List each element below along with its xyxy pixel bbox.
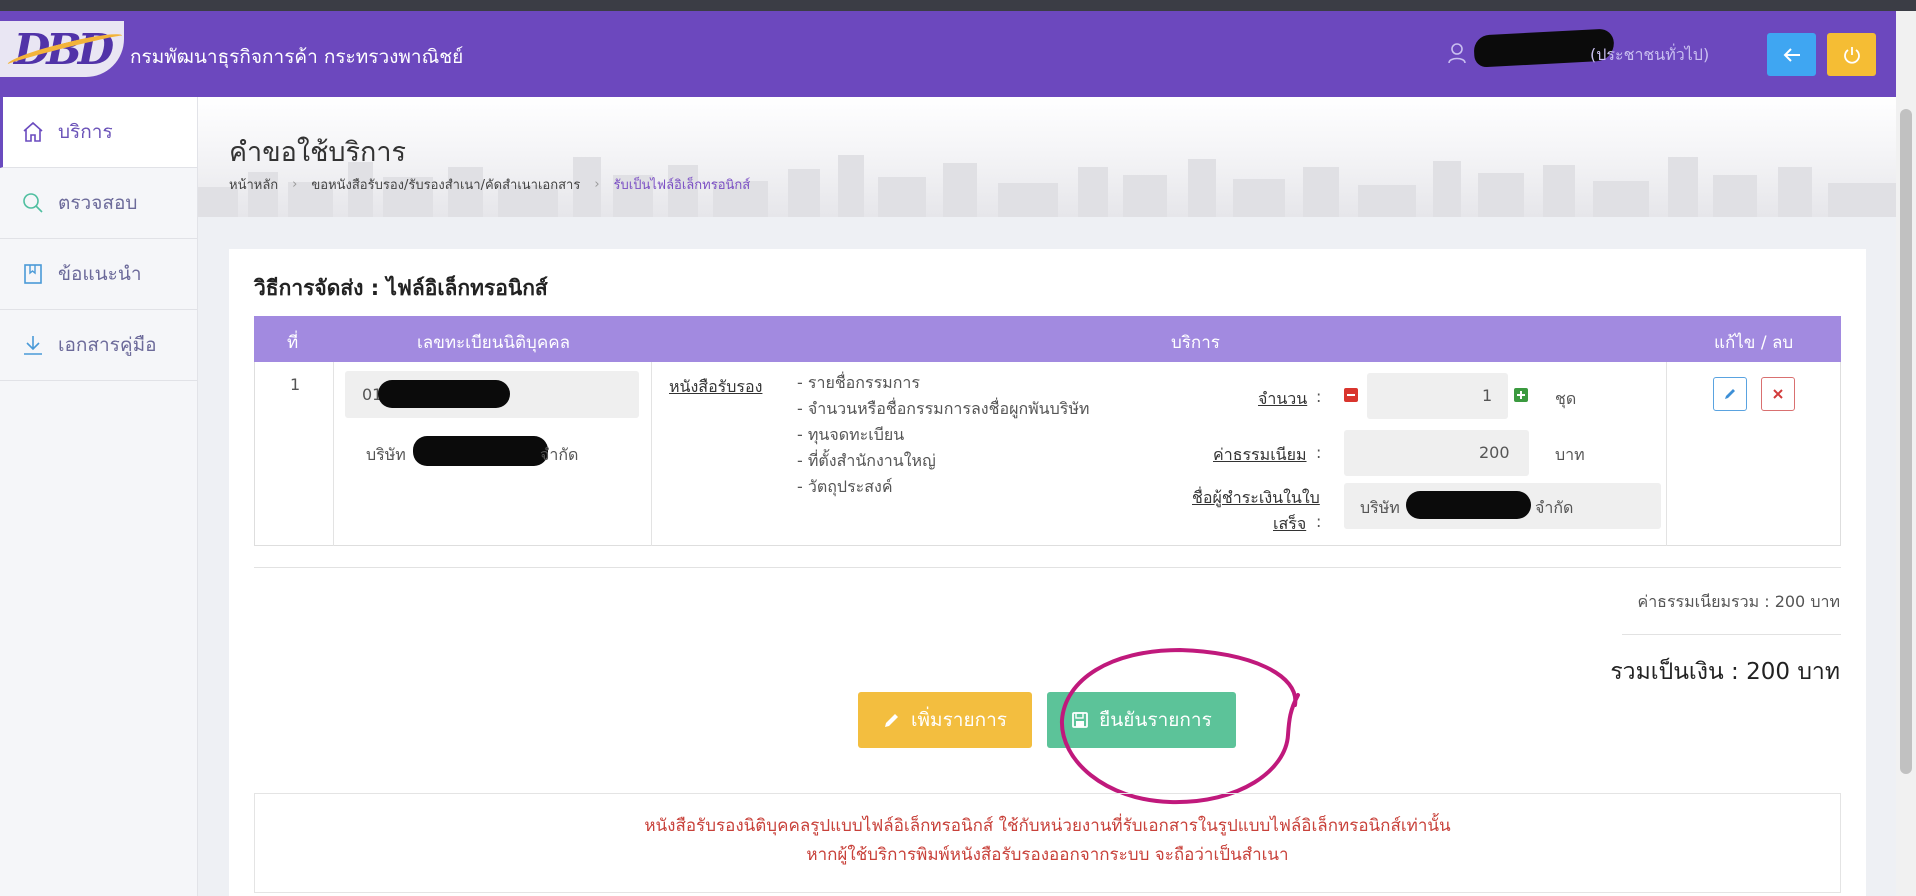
notice-line-1: หนังสือรับรองนิติบุคคลรูปแบบไฟล์อิเล็กทร… <box>644 816 1451 836</box>
download-icon <box>20 332 46 358</box>
col-header-reg-no: เลขทะเบียนนิติบุคคล <box>417 333 570 353</box>
back-button[interactable] <box>1767 33 1816 76</box>
add-item-label: เพิ่มรายการ <box>911 709 1007 731</box>
fee-label: ค่าธรรมเนียม <box>1213 445 1307 464</box>
search-icon <box>20 190 46 216</box>
breadcrumb-current: รับเป็นไฟล์อิเล็กทรอนิกส์ <box>613 178 751 193</box>
fee-unit: บาท <box>1555 445 1585 464</box>
service-item: - จำนวนหรือชื่อกรรมการลงชื่อผูกพันบริษัท <box>797 399 1090 418</box>
divider <box>254 567 1841 568</box>
grand-total: รวมเป็นเงิน : 200 บาท <box>1610 659 1840 685</box>
notice-line-2: หากผู้ใช้บริการพิมพ์หนังสือรับรองออกจากร… <box>806 845 1289 865</box>
chevron-right-icon: › <box>292 177 298 192</box>
sidebar-item-label: ตรวจสอบ <box>58 192 138 214</box>
pencil-icon <box>1725 389 1735 399</box>
pencil-icon <box>885 714 899 727</box>
service-item: - วัตถุประสงค์ <box>797 477 893 496</box>
company-prefix: บริษัท <box>366 445 406 464</box>
service-item: - ทุนจดทะเบียน <box>797 425 905 444</box>
dbd-logo[interactable]: DBD <box>0 21 124 77</box>
notice-box: หนังสือรับรองนิติบุคคลรูปแบบไฟล์อิเล็กทร… <box>254 793 1841 893</box>
browser-top-strip <box>0 0 1916 11</box>
service-item: - ที่ตั้งสำนักงานใหญ่ <box>797 451 936 470</box>
col-header-edit-delete: แก้ไข / ลบ <box>1714 333 1794 353</box>
edit-button[interactable] <box>1713 377 1747 411</box>
sidebar-item-advice[interactable]: ข้อแนะนำ <box>0 239 197 310</box>
close-icon <box>1773 389 1783 399</box>
power-icon <box>1843 46 1860 64</box>
company-name-redacted <box>413 436 548 466</box>
qty-value: 1 <box>1482 386 1493 405</box>
reg-no-redacted <box>378 380 510 408</box>
sidebar-item-manuals[interactable]: เอกสารคู่มือ <box>0 310 197 381</box>
page-title: คำขอใช้บริการ <box>229 137 407 168</box>
column-divider <box>651 362 652 546</box>
fee-total: ค่าธรรมเนียมรวม : 200 บาท <box>1637 592 1840 611</box>
scrollbar[interactable] <box>1896 11 1916 896</box>
chevron-right-icon: › <box>594 177 600 192</box>
sidebar-item-check[interactable]: ตรวจสอบ <box>0 168 197 239</box>
col-header-no: ที่ <box>287 333 299 353</box>
page-banner <box>198 97 1896 217</box>
breadcrumb-request-docs[interactable]: ขอหนังสือรับรอง/รับรองสำเนา/คัดสำเนาเอกส… <box>311 174 580 195</box>
column-divider <box>333 362 334 546</box>
payer-label-line1: ชื่อผู้ชำระเงินในใบ <box>1192 488 1320 507</box>
qty-label: จำนวน <box>1258 389 1308 408</box>
column-divider <box>1666 362 1667 546</box>
divider <box>1622 634 1841 635</box>
payer-prefix: บริษัท <box>1360 498 1400 517</box>
qty-colon: : <box>1316 387 1322 406</box>
sidebar-item-label: เอกสารคู่มือ <box>58 334 157 356</box>
fee-value: 200 <box>1479 443 1510 462</box>
add-item-button[interactable]: เพิ่มรายการ <box>858 692 1032 748</box>
scrollbar-thumb[interactable] <box>1900 109 1912 774</box>
user-icon <box>1448 43 1466 64</box>
breadcrumb-home[interactable]: หน้าหลัก <box>229 174 278 195</box>
payer-colon: : <box>1316 512 1322 531</box>
user-role: (ประชาชนทั่วไป) <box>1590 45 1710 64</box>
qty-unit: ชุด <box>1555 389 1577 408</box>
sidebar: บริการ ตรวจสอบ ข้อแนะนำ เอกสารคู่มือ <box>0 97 198 896</box>
delete-button[interactable] <box>1761 377 1795 411</box>
department-name: กรมพัฒนาธุรกิจการค้า กระทรวงพาณิชย์ <box>130 46 464 68</box>
book-icon <box>20 261 46 287</box>
sidebar-item-label: บริการ <box>58 121 113 143</box>
sidebar-item-services[interactable]: บริการ <box>0 97 197 168</box>
service-link[interactable]: หนังสือรับรอง <box>669 375 762 400</box>
company-suffix: จำกัด <box>540 445 579 464</box>
qty-decrease-button[interactable] <box>1344 388 1358 402</box>
sidebar-item-label: ข้อแนะนำ <box>58 263 142 285</box>
col-header-service: บริการ <box>1171 333 1220 353</box>
delivery-method-title: วิธีการจัดส่ง : ไฟล์อิเล็กทรอนิกส์ <box>254 276 548 300</box>
row-number: 1 <box>290 375 301 394</box>
payer-name-redacted <box>1406 491 1531 519</box>
payer-label-line2: เสร็จ <box>1273 514 1307 533</box>
service-item: - รายชื่อกรรมการ <box>797 373 920 392</box>
annotation-circle <box>1059 647 1300 805</box>
arrow-left-icon <box>1783 47 1800 62</box>
breadcrumb: หน้าหลัก › ขอหนังสือรับรอง/รับรองสำเนา/ค… <box>229 174 750 195</box>
home-icon <box>20 119 46 145</box>
payer-suffix: จำกัด <box>1535 498 1574 517</box>
qty-increase-button[interactable] <box>1514 388 1528 402</box>
table-header: ที่ เลขทะเบียนนิติบุคคล บริการ แก้ไข / ล… <box>254 316 1841 362</box>
logout-button[interactable] <box>1827 33 1876 76</box>
fee-colon: : <box>1316 443 1322 462</box>
